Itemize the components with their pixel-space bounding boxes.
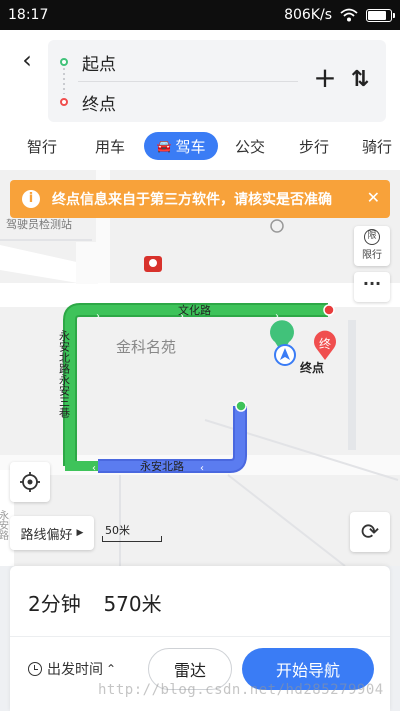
- tab-label: 步行: [298, 137, 329, 156]
- destination-marker-label: 终: [319, 336, 331, 351]
- locate-icon: [20, 472, 40, 492]
- battery-fill: [368, 10, 386, 20]
- label-driving-school: 驾驶员检测站: [6, 217, 72, 231]
- route-panel: ‹ 起点 终点 + ⇅ 智行 用车 🚘 驾车 公交 步行 骑行: [0, 30, 400, 170]
- end-field[interactable]: 终点: [48, 82, 298, 122]
- tab-mode-2[interactable]: 🚘 驾车: [144, 132, 218, 160]
- map-canvas: › › › ‹ ‹ 驾驶员检测站 金科名苑 文化路 永安北路 永安北路永安三巷 …: [0, 170, 400, 566]
- depart-time-button[interactable]: 出发时间 ⌃: [28, 658, 116, 680]
- network-speed: 806K/s: [284, 7, 332, 23]
- caret-right-icon: ▶: [76, 528, 84, 538]
- close-icon[interactable]: ✕: [367, 189, 380, 207]
- route-duration: 2分钟: [28, 592, 81, 616]
- start-label: 起点: [82, 54, 116, 75]
- label-road-wenhua: 文化路: [178, 303, 211, 317]
- destination-label: 终点: [300, 360, 324, 375]
- route-start-dot: [235, 400, 247, 412]
- refresh-route-button[interactable]: ⟳: [350, 512, 390, 552]
- route-chevron: ‹: [200, 463, 204, 474]
- battery-icon: [366, 8, 395, 22]
- limit-icon: 限: [364, 229, 380, 245]
- back-button[interactable]: ‹: [14, 48, 40, 74]
- start-dot-icon: [60, 58, 68, 66]
- map-scale: 50米: [102, 522, 162, 542]
- road-diagonal-2: [227, 474, 346, 566]
- tab-label: 智行: [26, 137, 57, 156]
- route-chevron: ‹: [92, 463, 96, 474]
- label-community: 金科名苑: [116, 338, 176, 356]
- refresh-icon: ⟳: [360, 519, 380, 545]
- label-road-left: 永安路: [0, 509, 9, 541]
- warning-banner: i 终点信息来自于第三方软件，请核实是否准确 ✕: [10, 180, 390, 218]
- map-border-line: [348, 320, 356, 450]
- wifi-icon: [340, 8, 358, 22]
- info-icon: i: [22, 190, 40, 208]
- watermark: http://blog.csdn.net/hd285279904: [98, 682, 384, 698]
- route-preference-label: 路线偏好: [20, 527, 73, 543]
- end-label: 终点: [82, 94, 116, 115]
- clock-icon: [28, 662, 42, 676]
- tab-mode-4[interactable]: 步行: [286, 132, 342, 160]
- kfc-icon-face: [149, 259, 157, 267]
- tab-mode-3[interactable]: 公交: [222, 132, 278, 160]
- tab-mode-1[interactable]: 用车: [82, 132, 138, 160]
- route-inputs: 起点 终点 + ⇅: [48, 40, 386, 122]
- traffic-limit-button[interactable]: 限 限行: [354, 226, 390, 266]
- status-bar: 18:17 806K/s: [0, 0, 400, 30]
- label-road-yongan-lane: 永安北路永安三巷: [58, 329, 71, 418]
- scale-bar: [102, 536, 162, 542]
- swap-route-button[interactable]: ⇅: [346, 66, 374, 94]
- banner-text: 终点信息来自于第三方软件，请核实是否准确: [52, 192, 332, 208]
- poi-pin-icon: [270, 219, 284, 233]
- road-spur: [76, 242, 98, 284]
- route-end-dot: [323, 304, 335, 316]
- route-summary: 2分钟 570米: [28, 588, 162, 617]
- status-icons: 806K/s: [284, 7, 395, 23]
- route-chevron: ›: [96, 311, 100, 322]
- tab-label: 驾车: [175, 137, 206, 156]
- end-dot-icon: [60, 98, 68, 106]
- tab-mode-0[interactable]: 智行: [14, 132, 70, 160]
- map-view[interactable]: › › › ‹ ‹ 驾驶员检测站 金科名苑 文化路 永安北路 永安北路永安三巷 …: [0, 170, 400, 566]
- card-divider: [10, 636, 390, 637]
- add-waypoint-button[interactable]: +: [312, 64, 338, 92]
- limit-label: 限行: [362, 250, 382, 261]
- tab-label: 骑行: [361, 137, 392, 156]
- label-road-yongan-north: 永安北路: [140, 459, 184, 473]
- travel-mode-tabs: 智行 用车 🚘 驾车 公交 步行 骑行: [0, 128, 400, 164]
- status-time: 18:17: [8, 7, 49, 23]
- tab-label: 公交: [234, 137, 265, 156]
- depart-time-label: 出发时间: [47, 662, 103, 678]
- start-field[interactable]: 起点: [48, 42, 298, 82]
- route-preference-button[interactable]: 路线偏好 ▶: [10, 516, 94, 550]
- car-icon: 🚘: [156, 139, 172, 153]
- more-button[interactable]: ···: [354, 272, 390, 302]
- tab-mode-5[interactable]: 骑行: [352, 132, 400, 160]
- locate-button[interactable]: [10, 462, 50, 502]
- route-distance: 570米: [103, 592, 162, 616]
- route-chevron: ›: [275, 311, 279, 322]
- tab-label: 用车: [94, 137, 125, 156]
- chevron-up-icon: ⌃: [106, 662, 117, 676]
